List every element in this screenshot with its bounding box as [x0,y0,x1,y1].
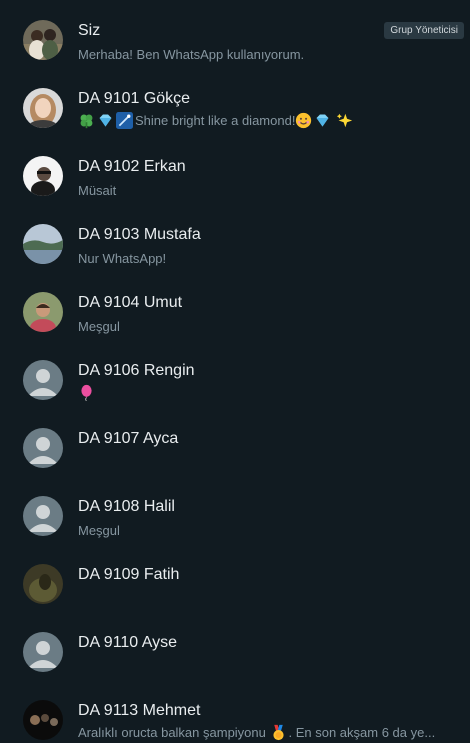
avatar[interactable] [23,428,63,468]
participant-status: Shine bright like a diamond! [78,112,355,132]
default-user-icon [23,632,63,672]
participant-name: DA 9110 Ayse [78,634,178,651]
participant-status: Aralıklı oructa balkan şampiyonu . En so… [78,724,456,743]
avatar[interactable] [23,156,63,196]
photo-avatar-icon [23,292,63,332]
avatar[interactable] [23,360,63,400]
participant-name: DA 9106 Rengin [78,362,195,379]
photo-avatar-icon [23,88,63,128]
participant-name: Siz [78,22,101,39]
status-text: Shine bright like a diamond! [135,113,296,129]
avatar[interactable] [23,224,63,264]
participant-status: Merhaba! Ben WhatsApp kullanıyorum. [78,47,305,62]
participant-status: Müsait [78,183,117,198]
participant-status: Nur WhatsApp! [78,251,167,266]
participant-status: Meşgul [78,319,120,334]
participant-row-mustafa[interactable]: DA 9103 Mustafa Nur WhatsApp! [0,207,470,275]
photo-avatar-icon [23,156,63,196]
avatar[interactable] [23,700,63,740]
diamond-icon [97,112,114,129]
smiling-face-icon [295,112,312,129]
avatar[interactable] [23,632,63,672]
diamond-icon [314,112,331,129]
avatar[interactable] [23,20,63,60]
participant-row-rengin[interactable]: DA 9106 Rengin [0,343,470,411]
participant-name: DA 9113 Mehmet [78,702,201,719]
photo-avatar-icon [23,564,63,604]
photo-avatar-icon [23,224,63,264]
participant-name: DA 9104 Umut [78,294,183,311]
participant-name: DA 9108 Halil [78,498,175,515]
participant-row-ayca[interactable]: DA 9107 Ayca [0,411,470,479]
default-user-icon [23,360,63,400]
participant-row-gokce[interactable]: DA 9101 Gökçe Shine bright like a diamon… [0,71,470,139]
avatar[interactable] [23,292,63,332]
participant-name: DA 9101 Gökçe [78,90,191,107]
participant-row-halil[interactable]: DA 9108 Halil Meşgul [0,479,470,547]
photo-avatar-icon [23,20,63,60]
participant-row-erkan[interactable]: DA 9102 Erkan Müsait [0,139,470,207]
participant-status: Meşgul [78,523,120,538]
status-text: Aralıklı oructa balkan şampiyonu [78,725,266,741]
balloon-icon [78,384,95,402]
sparkles-icon [336,112,353,129]
participant-row-fatih[interactable]: DA 9109 Fatih [0,547,470,615]
clover-icon [78,112,95,129]
participant-name: DA 9102 Erkan [78,158,186,175]
status-text: . En son akşam 6 da ye... [288,725,436,741]
group-admin-badge: Grup Yöneticisi [384,22,464,39]
participant-row-mehmet[interactable]: DA 9113 Mehmet Aralıklı oructa balkan şa… [0,683,470,743]
participant-name: DA 9109 Fatih [78,566,180,583]
photo-avatar-icon [23,700,63,740]
participant-list: Siz Merhaba! Ben WhatsApp kullanıyorum. … [0,0,470,743]
participant-name: DA 9103 Mustafa [78,226,201,243]
default-user-icon [23,496,63,536]
avatar[interactable] [23,88,63,128]
shooting-star-icon [116,112,133,130]
medal-icon [270,724,287,741]
avatar[interactable] [23,496,63,536]
participant-name: DA 9107 Ayca [78,430,179,447]
avatar[interactable] [23,564,63,604]
participant-row-siz[interactable]: Siz Merhaba! Ben WhatsApp kullanıyorum. … [0,3,470,71]
participant-row-ayse[interactable]: DA 9110 Ayse [0,615,470,683]
participant-row-umut[interactable]: DA 9104 Umut Meşgul [0,275,470,343]
participant-status [78,384,97,404]
default-user-icon [23,428,63,468]
